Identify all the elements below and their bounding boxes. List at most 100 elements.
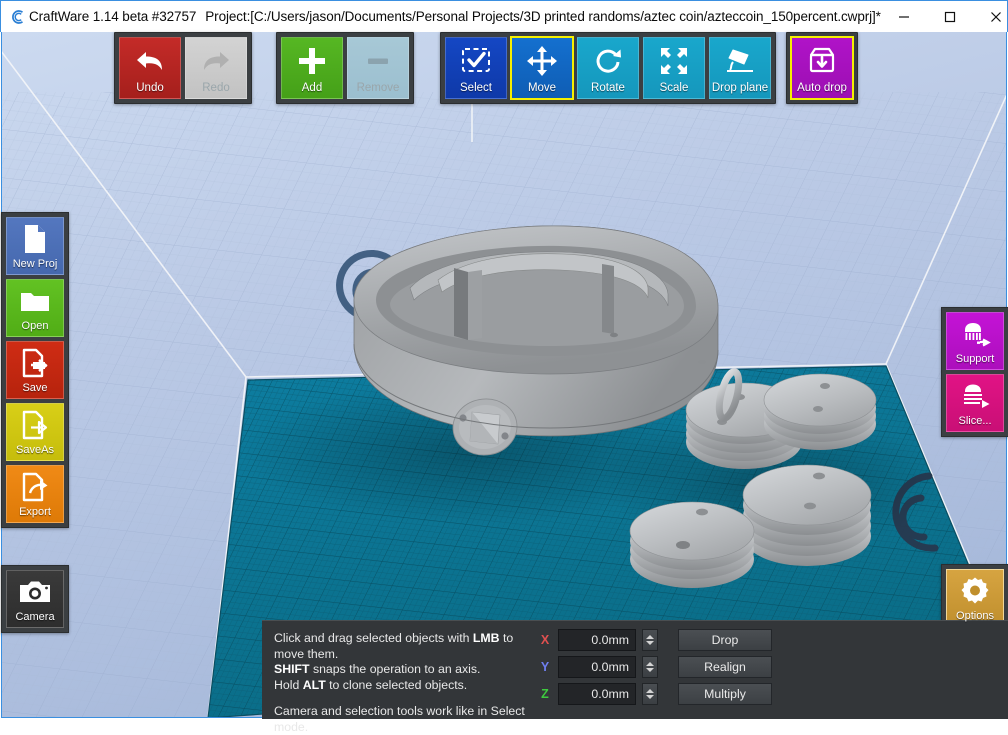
move-cross-arrows-icon <box>512 44 572 78</box>
support-button[interactable]: Support <box>946 312 1004 370</box>
hint-line1-pre: Click and drag selected objects with <box>274 631 473 645</box>
select-checkbox-icon <box>446 44 506 78</box>
hint-line1-bold: LMB <box>472 631 500 645</box>
toolbar-group-history: Undo Redo <box>114 32 252 104</box>
coordinate-row-y: Y 0.0mm Realign <box>538 656 772 678</box>
3d-viewport[interactable] <box>1 32 1007 718</box>
export-document-arrow-icon <box>7 470 63 504</box>
toolbar-group-transform: Select Move Rotate Scale Drop plane <box>440 32 776 104</box>
auto-drop-box-arrow-icon <box>792 44 852 78</box>
coordinate-row-x: X 0.0mm Drop <box>538 629 772 651</box>
scale-diagonal-arrows-icon <box>644 44 704 78</box>
close-button[interactable] <box>973 1 1008 32</box>
slice-label: Slice... <box>958 415 992 427</box>
remove-label: Remove <box>356 81 400 94</box>
z-value-input[interactable]: 0.0mm <box>558 683 636 705</box>
hint-line-3: Hold ALT to clone selected objects. <box>274 678 538 694</box>
auto-drop-button[interactable]: Auto drop <box>790 36 854 100</box>
undo-label: Undo <box>136 81 164 94</box>
export-button[interactable]: Export <box>6 465 64 523</box>
axis-label-x: X <box>540 633 550 647</box>
slice-layers-icon <box>947 379 1003 413</box>
support-structure-icon <box>947 317 1003 351</box>
minus-icon <box>348 44 408 78</box>
realign-button[interactable]: Realign <box>678 656 772 678</box>
window-controls <box>881 1 1008 32</box>
left-sidebar-camera-group: Camera <box>1 565 69 633</box>
new-project-label: New Proj <box>12 258 58 270</box>
coin-stack-3[interactable] <box>742 464 872 566</box>
maximize-button[interactable] <box>927 1 973 32</box>
redo-label: Redo <box>202 81 230 94</box>
y-value-input[interactable]: 0.0mm <box>558 656 636 678</box>
save-as-label: SaveAs <box>16 444 54 456</box>
coin-stack-2[interactable] <box>763 373 877 450</box>
rotate-label: Rotate <box>591 81 625 94</box>
camera-button[interactable]: Camera <box>6 570 64 628</box>
hint-text-block: Click and drag selected objects with LMB… <box>262 621 538 735</box>
x-value-input[interactable]: 0.0mm <box>558 629 636 651</box>
support-label: Support <box>955 353 995 365</box>
window-title-bar: CraftWare 1.14 beta #32757 Project:[C:/Us… <box>0 0 1008 32</box>
craftware-logo-icon <box>9 8 27 26</box>
multiply-button[interactable]: Multiply <box>678 683 772 705</box>
transform-coordinates-block: X 0.0mm Drop Y 0.0mm Realign Z 0.0mm Mul… <box>538 621 772 705</box>
add-button[interactable]: Add <box>281 37 343 99</box>
coordinate-row-z: Z 0.0mm Multiply <box>538 683 772 705</box>
gear-icon <box>947 574 1003 608</box>
drop-plane-tool-button[interactable]: Drop plane <box>709 37 771 99</box>
select-tool-button[interactable]: Select <box>445 37 507 99</box>
hint-line2-bold: SHIFT <box>274 662 310 676</box>
slice-button[interactable]: Slice... <box>946 374 1004 432</box>
axis-label-z: Z <box>541 687 549 701</box>
rotate-tool-button[interactable]: Rotate <box>577 37 639 99</box>
save-button[interactable]: Save <box>6 341 64 399</box>
coin-stack-4[interactable] <box>629 501 755 588</box>
x-stepper[interactable] <box>642 629 658 651</box>
camera-icon <box>7 575 63 609</box>
auto-drop-label: Auto drop <box>797 81 847 94</box>
open-button[interactable]: Open <box>6 279 64 337</box>
options-label: Options <box>956 610 994 622</box>
bottom-status-panel: Click and drag selected objects with LMB… <box>262 620 1008 734</box>
options-button[interactable]: Options <box>946 569 1004 627</box>
drop-plane-pour-icon <box>710 44 770 78</box>
new-project-button[interactable]: New Proj <box>6 217 64 275</box>
hint-line-2: SHIFT snaps the operation to an axis. <box>274 662 538 678</box>
hint-line3-pre: Hold <box>274 677 303 692</box>
drop-button[interactable]: Drop <box>678 629 772 651</box>
window-title: CraftWare 1.14 beta #32757 Project:[C:/Us… <box>27 9 881 24</box>
move-label: Move <box>527 81 557 94</box>
rotate-circular-arrow-icon <box>578 44 638 78</box>
add-label: Add <box>301 81 323 94</box>
redo-button[interactable]: Redo <box>185 37 247 99</box>
redo-arrow-icon <box>186 44 246 78</box>
scale-tool-button[interactable]: Scale <box>643 37 705 99</box>
drop-plane-label: Drop plane <box>711 81 769 94</box>
move-tool-button[interactable]: Move <box>510 36 574 100</box>
hint-spacer <box>274 693 538 704</box>
folder-icon <box>7 284 63 318</box>
left-sidebar-file-group: New Proj Open Save SaveAs Export <box>1 212 69 528</box>
app-title-text: CraftWare 1.14 beta #32757 <box>29 9 197 24</box>
save-as-button[interactable]: SaveAs <box>6 403 64 461</box>
camera-label: Camera <box>15 611 55 623</box>
undo-button[interactable]: Undo <box>119 37 181 99</box>
y-stepper[interactable] <box>642 656 658 678</box>
z-stepper[interactable] <box>642 683 658 705</box>
remove-button[interactable]: Remove <box>347 37 409 99</box>
save-as-document-arrow-icon <box>7 408 63 442</box>
select-label: Select <box>460 81 492 94</box>
save-label: Save <box>22 382 48 394</box>
toolbar-group-objects: Add Remove <box>276 32 414 104</box>
plus-icon <box>282 44 342 78</box>
minimize-button[interactable] <box>881 1 927 32</box>
axis-label-y: Y <box>540 660 550 674</box>
hint-line-1: Click and drag selected objects with LMB… <box>274 631 538 662</box>
toolbar-group-autodrop: Auto drop <box>786 32 858 104</box>
undo-arrow-icon <box>120 44 180 78</box>
3d-scene[interactable] <box>2 32 1007 718</box>
new-document-icon <box>7 222 63 256</box>
hint-line3-post: to clone selected objects. <box>325 677 468 692</box>
project-path-text: Project:[C:/Users/jason/Documents/Person… <box>205 9 881 24</box>
